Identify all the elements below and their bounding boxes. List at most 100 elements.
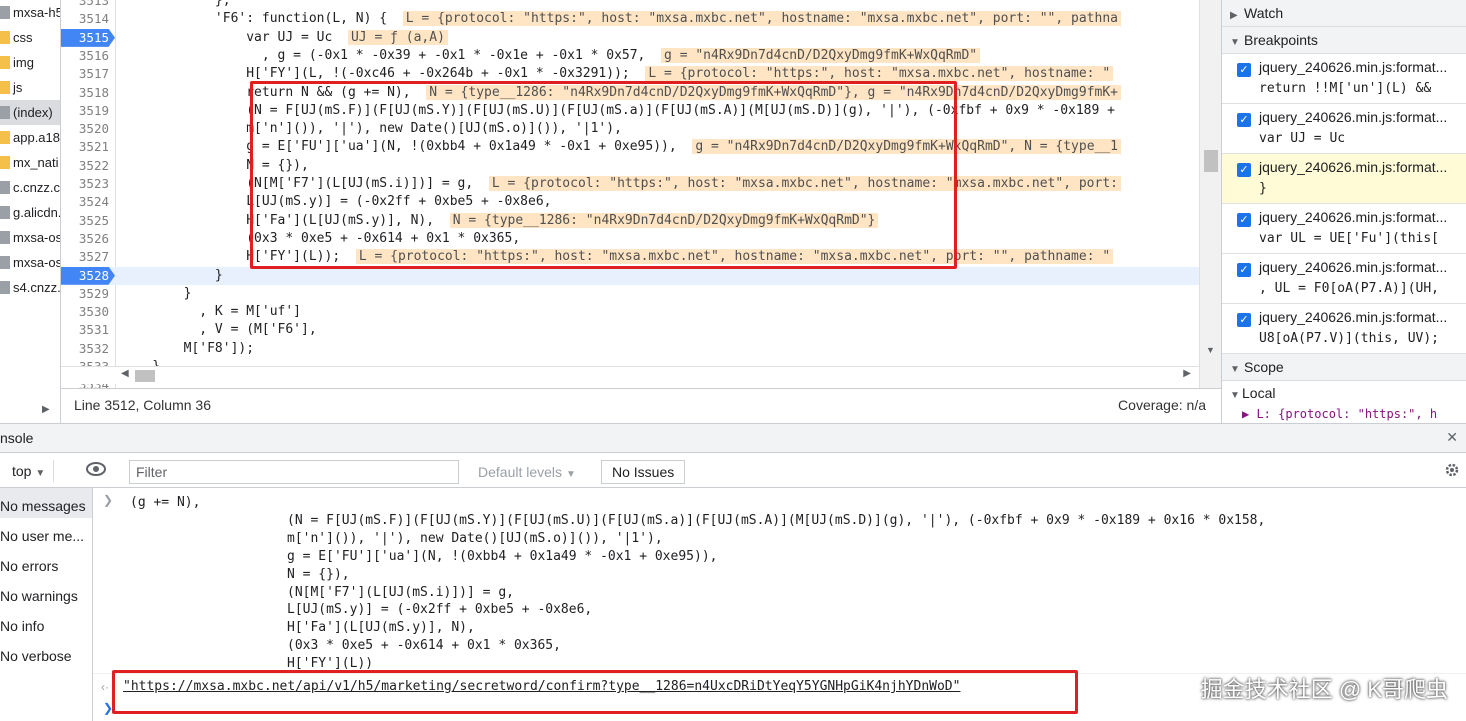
code-text: m['n']()), '|'), new Date()[UJ(mS.o)]())… <box>121 120 622 138</box>
watch-section-header[interactable]: ▶ Watch <box>1222 0 1466 27</box>
close-icon[interactable]: ✕ <box>1446 429 1458 446</box>
issues-button[interactable]: No Issues <box>601 460 686 484</box>
console-toolbar: top ▼ Filter Default levels ▼ No Issues <box>0 453 1466 488</box>
file-tree-label: app.a18 <box>13 130 60 145</box>
editor-vertical-scrollbar[interactable]: ▼ <box>1199 0 1221 388</box>
line-number[interactable]: 3516 <box>61 47 109 65</box>
line-number[interactable]: 3526 <box>61 230 109 248</box>
line-number[interactable]: 3530 <box>61 303 109 321</box>
breakpoint-checkbox[interactable]: ✓ <box>1237 213 1251 227</box>
breakpoint-checkbox[interactable]: ✓ <box>1237 63 1251 77</box>
console-filter-item[interactable]: No errors <box>0 548 92 578</box>
line-number[interactable]: 3524 <box>61 193 109 211</box>
line-number[interactable]: 3517 <box>61 65 109 83</box>
result-url-string[interactable]: "https://mxsa.mxbc.net/api/v1/h5/marketi… <box>123 679 960 694</box>
code-text: H['Fa'](L[UJ(mS.y)], N), N = {type__1286… <box>121 212 879 230</box>
line-number[interactable]: 3518 <box>61 84 109 102</box>
code-text: }, <box>121 0 231 10</box>
scroll-arrow-icon[interactable]: ▶ <box>42 404 50 415</box>
code-editor[interactable]: 3513 }, 3514 'F6': function(L, N) { L = {… <box>61 0 1221 388</box>
line-number[interactable]: 3523 <box>61 175 109 193</box>
line-number[interactable]: 3527 <box>61 248 109 266</box>
breakpoint-item[interactable]: ✓ jquery_240626.min.js:format... var UL = … <box>1222 204 1466 254</box>
line-number[interactable]: 3525 <box>61 212 109 230</box>
eye-icon[interactable] <box>86 462 106 476</box>
cloud-icon <box>0 281 10 294</box>
breakpoint-marker[interactable]: 3528 <box>61 266 115 285</box>
console-filter-item[interactable]: No user me... <box>0 518 92 548</box>
console-filter-item[interactable]: No info <box>0 608 92 638</box>
code-line: 3515 var UJ = Uc UJ = ƒ (a,A) <box>61 28 1221 47</box>
line-number[interactable]: 3531 <box>61 321 109 339</box>
file-tree-item[interactable]: c.cnzz.cor <box>0 175 60 200</box>
console-input-line: m['n']()), '|'), new Date()[UJ(mS.o)]())… <box>287 530 663 546</box>
code-content: var UJ = Uc <box>121 29 333 45</box>
line-number[interactable]: 3522 <box>61 157 109 175</box>
breakpoints-label: Breakpoints <box>1244 32 1318 48</box>
code-line: 3530 , K = M['uf'] <box>61 303 1221 321</box>
local-variable-preview[interactable]: ▶ L: {protocol: "https:", h <box>1222 406 1466 422</box>
breakpoints-section-header[interactable]: ▼ Breakpoints <box>1222 27 1466 54</box>
inline-value-preview: N = {type__1286: "n4Rx9Dn7d4cnD/D2QxyDmg… <box>449 212 879 228</box>
breakpoint-code: var UJ = Uc <box>1259 131 1346 146</box>
console-input-line: (g += N), <box>130 495 201 510</box>
console-filter-item[interactable]: No verbose <box>0 638 92 668</box>
file-tree-item[interactable]: js <box>0 75 60 100</box>
file-tree-label: g.alicdn.cc <box>13 205 60 220</box>
file-tree-label: mxsa-h5.r <box>13 5 60 20</box>
breakpoint-item[interactable]: ✓ jquery_240626.min.js:format... U8[oA(P7.… <box>1222 304 1466 354</box>
tab-console[interactable]: nsole <box>0 430 33 446</box>
file-tree-item[interactable]: img <box>0 50 60 75</box>
line-number[interactable]: 3519 <box>61 102 109 120</box>
file-tree-item[interactable]: mxsa-h5.r <box>0 0 60 25</box>
console-filter-item[interactable]: No messages <box>0 488 92 518</box>
local-scope-header[interactable]: ▼ Local <box>1222 381 1466 406</box>
file-tree-item[interactable]: mxsa-oss- <box>0 250 60 275</box>
context-selector[interactable]: top ▼ <box>12 460 55 482</box>
breakpoint-checkbox[interactable]: ✓ <box>1237 313 1251 327</box>
inline-value-preview: L = {protocol: "https:", host: "mxsa.mxb… <box>645 66 1114 82</box>
breakpoint-checkbox[interactable]: ✓ <box>1237 163 1251 177</box>
file-tree-label: mxsa-oss. <box>13 230 60 245</box>
breakpoint-item[interactable]: ✓ jquery_240626.min.js:format...} <box>1222 154 1466 204</box>
log-levels-dropdown[interactable]: Default levels ▼ <box>478 460 576 484</box>
line-number[interactable]: 3520 <box>61 120 109 138</box>
file-tree-label: mxsa-oss- <box>13 255 60 270</box>
breakpoint-file: jquery_240626.min.js:format... <box>1259 59 1448 75</box>
gear-icon[interactable] <box>1444 462 1460 478</box>
scroll-thumb[interactable] <box>1204 150 1218 172</box>
code-line: 3514 'F6': function(L, N) { L = {protoco… <box>61 10 1221 28</box>
file-tree-item[interactable]: app.a18 <box>0 125 60 150</box>
breakpoint-checkbox[interactable]: ✓ <box>1237 113 1251 127</box>
editor-status-bar: Line 3512, Column 36 Coverage: n/a <box>61 388 1221 421</box>
scope-section-header[interactable]: ▼ Scope <box>1222 354 1466 381</box>
file-tree-item[interactable]: s4.cnzz.co <box>0 275 60 300</box>
line-number[interactable]: 3514 <box>61 10 109 28</box>
line-number[interactable]: 3529 <box>61 285 109 303</box>
console-filter-item[interactable]: No warnings <box>0 578 92 608</box>
file-icon <box>0 131 10 144</box>
file-tree-item[interactable]: g.alicdn.cc <box>0 200 60 225</box>
file-tree-label: img <box>13 55 34 70</box>
breakpoint-item[interactable]: ✓ jquery_240626.min.js:format... var UJ = … <box>1222 104 1466 154</box>
breakpoint-marker[interactable]: 3515 <box>61 28 115 47</box>
line-number[interactable]: 3532 <box>61 340 109 358</box>
line-number[interactable]: 3521 <box>61 138 109 156</box>
inline-value-preview: g = "n4Rx9Dn7d4cnD/D2QxyDmg9fmK+WxQqRmD"… <box>692 139 1121 155</box>
code-line: 3521 g = E['FU']['ua'](N, !(0xbb4 + 0x1a… <box>61 138 1221 156</box>
file-tree-item[interactable]: mxsa-oss. <box>0 225 60 250</box>
breakpoint-checkbox[interactable]: ✓ <box>1237 263 1251 277</box>
inline-value-preview: L = {protocol: "https:", host: "mxsa.mxb… <box>402 11 1121 27</box>
file-tree-item[interactable]: mx_nati <box>0 150 60 175</box>
watermark: 掘金技术社区 @ K哥爬虫 <box>1200 677 1448 702</box>
file-tree-item[interactable]: (index) <box>0 100 60 125</box>
prompt-icon[interactable]: ❯ <box>103 701 113 715</box>
cloud-icon <box>0 231 10 244</box>
scroll-thumb[interactable] <box>135 370 155 382</box>
breakpoint-item[interactable]: ✓ jquery_240626.min.js:format... return !!… <box>1222 54 1466 104</box>
breakpoint-item[interactable]: ✓ jquery_240626.min.js:format... , UL = F0… <box>1222 254 1466 304</box>
filter-input[interactable]: Filter <box>129 460 459 484</box>
editor-horizontal-scrollbar[interactable]: ◀ ▶ <box>61 366 1199 384</box>
file-tree-item[interactable]: css <box>0 25 60 50</box>
line-number[interactable]: 3513 <box>61 0 109 10</box>
